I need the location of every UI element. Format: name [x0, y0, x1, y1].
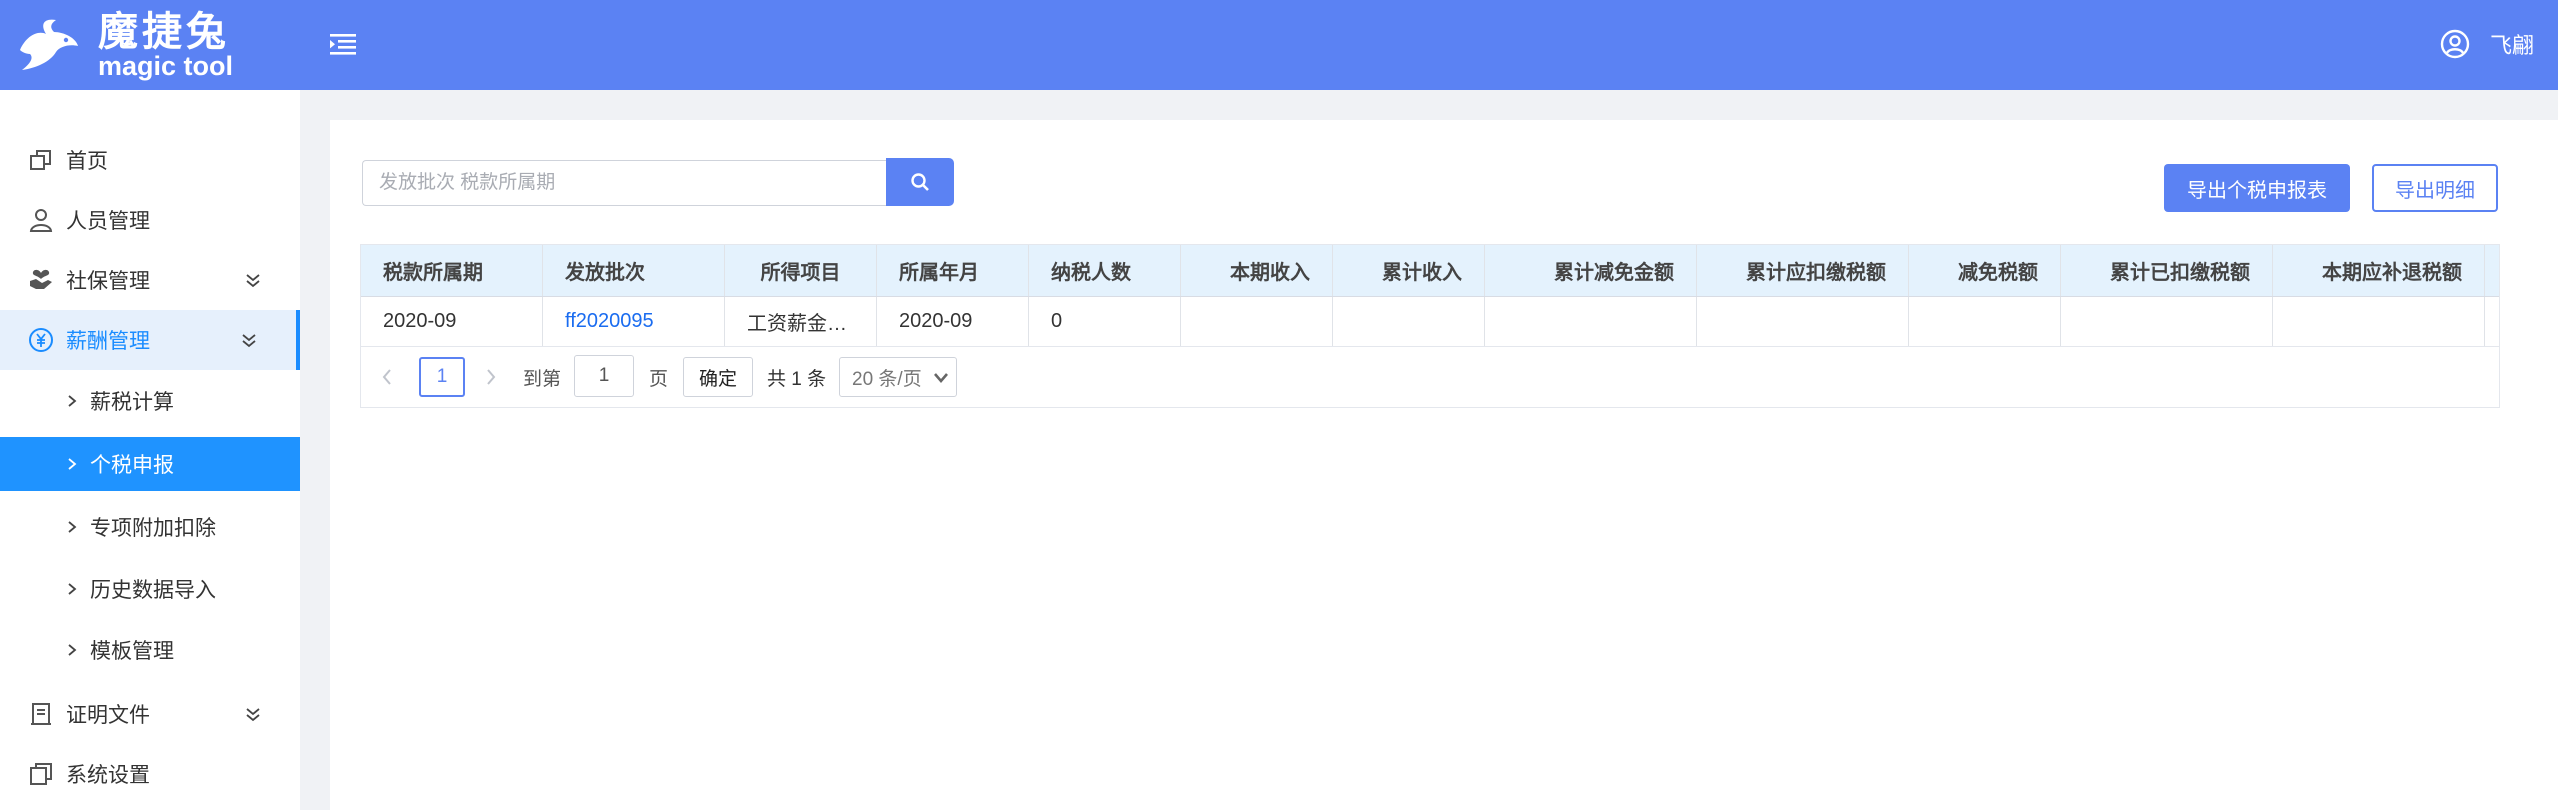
column-header[interactable]: 所属年月	[877, 245, 1029, 296]
goto-label: 到第	[523, 368, 562, 390]
top-header: 魔捷兔 magic tool 飞翩	[0, 0, 2558, 90]
export-tax-report-button[interactable]: 导出个税申报表	[2164, 164, 2350, 212]
sidebar-item-home[interactable]: 首页	[0, 130, 300, 190]
table-cell: 2020-09	[877, 297, 1029, 346]
column-header[interactable]: 发放批次	[543, 245, 725, 296]
page-number-current[interactable]: 1	[419, 357, 465, 397]
user-avatar-icon	[2440, 29, 2470, 59]
sidebar-subitem-template-management[interactable]: 模板管理	[0, 623, 300, 677]
sidebar-item-system-settings[interactable]: 系统设置	[0, 744, 300, 804]
user-menu[interactable]: 飞翩	[2440, 24, 2534, 64]
main-content: 导出个税申报表 导出明细 税款所属期 发放批次 所得项目 所属年月 纳税人数 本…	[330, 120, 2558, 810]
page-size-value: 20 条/页	[852, 368, 922, 390]
sidebar-item-label: 系统设置	[66, 764, 150, 787]
column-header[interactable]: 本期收入	[1181, 245, 1333, 296]
sidebar-subitem-label: 历史数据导入	[90, 579, 216, 602]
column-header[interactable]: 累计应扣缴税额	[1697, 245, 1909, 296]
column-header[interactable]: 累计已扣缴税额	[2061, 245, 2273, 296]
sidebar-subitem-label: 模板管理	[90, 640, 174, 663]
sidebar-subitem-special-deduction[interactable]: 专项附加扣除	[0, 500, 300, 554]
chevron-right-icon	[68, 521, 77, 533]
total-count: 共 1 条	[767, 368, 827, 390]
table-cell: 2020-09	[361, 297, 543, 346]
user-name: 飞翩	[2489, 33, 2534, 58]
column-header[interactable]: 本期应补退税额	[2273, 245, 2485, 296]
income-item-text: 工资薪金…	[747, 313, 847, 335]
chevron-right-icon	[68, 644, 77, 656]
table-cell	[1333, 297, 1485, 346]
logo[interactable]: 魔捷兔 magic tool	[16, 8, 256, 84]
chevron-double-down-icon	[242, 334, 256, 348]
goto-page-input[interactable]: 1	[574, 355, 634, 397]
sidebar-item-label: 薪酬管理	[66, 330, 150, 353]
column-header[interactable]: 所得项目	[725, 245, 877, 296]
handheart-icon	[30, 269, 52, 289]
column-header[interactable]: 减免税额	[1909, 245, 2061, 296]
sidebar-subitem-history-import[interactable]: 历史数据导入	[0, 562, 300, 616]
goto-confirm-button[interactable]: 确定	[683, 357, 753, 397]
sidebar-item-social-security[interactable]: 社保管理	[0, 250, 300, 310]
sidebar-item-payroll[interactable]: 薪酬管理	[0, 310, 300, 370]
sidebar-item-certificates[interactable]: 证明文件	[0, 684, 300, 744]
sidebar-item-label: 人员管理	[66, 210, 150, 233]
sidebar-item-label: 证明文件	[66, 704, 150, 727]
table-cell	[2273, 297, 2485, 346]
sidebar: 首页 人员管理 社保管理 薪酬管理 薪税计算 个税申报 专项附加扣除 历史数据导…	[0, 90, 300, 810]
export-detail-button[interactable]: 导出明细	[2372, 164, 2498, 212]
table-cell	[1181, 297, 1333, 346]
next-page-icon[interactable]	[485, 367, 497, 387]
chevron-down-icon	[934, 373, 948, 383]
sidebar-subitem-salary-tax-calc[interactable]: 薪税计算	[0, 374, 300, 428]
stamp-icon	[31, 703, 51, 725]
table-cell	[1485, 297, 1697, 346]
sidebar-subitem-label: 专项附加扣除	[90, 517, 216, 540]
page-unit-label: 页	[649, 368, 669, 390]
column-header[interactable]: 纳税人数	[1029, 245, 1181, 296]
sidebar-item-label: 首页	[66, 150, 108, 173]
sidebar-subitem-label: 薪税计算	[90, 391, 174, 414]
prev-page-icon[interactable]	[381, 367, 393, 387]
column-header[interactable]: 累计收入	[1333, 245, 1485, 296]
yen-icon	[29, 328, 53, 352]
chevron-right-icon	[68, 395, 77, 407]
batch-link[interactable]: ff2020095	[543, 297, 725, 346]
tax-declaration-table: 税款所属期 发放批次 所得项目 所属年月 纳税人数 本期收入 累计收入 累计减免…	[360, 244, 2500, 408]
table-cell	[1909, 297, 2061, 346]
table-cell	[2061, 297, 2273, 346]
table-cell: 工资薪金…	[725, 297, 877, 346]
user-icon	[29, 209, 53, 232]
table-cell	[1697, 297, 1909, 346]
table-header: 税款所属期 发放批次 所得项目 所属年月 纳税人数 本期收入 累计收入 累计减免…	[361, 245, 2499, 297]
search-icon	[911, 173, 929, 191]
rabbit-logo-icon	[20, 19, 78, 70]
logo-subtitle: magic tool	[98, 51, 234, 81]
sidebar-subitem-label: 个税申报	[90, 454, 174, 477]
page-size-select[interactable]: 20 条/页	[839, 357, 957, 397]
chevron-double-down-icon	[246, 274, 260, 288]
table-row[interactable]: 2020-09 ff2020095 工资薪金… 2020-09 0	[361, 297, 2499, 347]
settings-icon	[30, 763, 52, 785]
pagination: 1 到第 1 页 确定 共 1 条 20 条/页	[361, 347, 2499, 407]
chevron-right-icon	[68, 458, 77, 470]
column-header[interactable]: 累计减免金额	[1485, 245, 1697, 296]
table-cell: 0	[1029, 297, 1181, 346]
search-input[interactable]	[362, 160, 888, 206]
logo-title: 魔捷兔	[98, 10, 230, 54]
chevron-right-icon	[68, 583, 77, 595]
column-header[interactable]: 税款所属期	[361, 245, 543, 296]
chevron-double-down-icon	[246, 708, 260, 722]
search-button[interactable]	[886, 158, 954, 206]
sidebar-item-personnel[interactable]: 人员管理	[0, 190, 300, 250]
sidebar-subitem-tax-declaration[interactable]: 个税申报	[0, 437, 300, 491]
menu-fold-icon[interactable]	[326, 28, 360, 62]
sidebar-item-label: 社保管理	[66, 270, 150, 293]
home-icon	[30, 150, 51, 170]
